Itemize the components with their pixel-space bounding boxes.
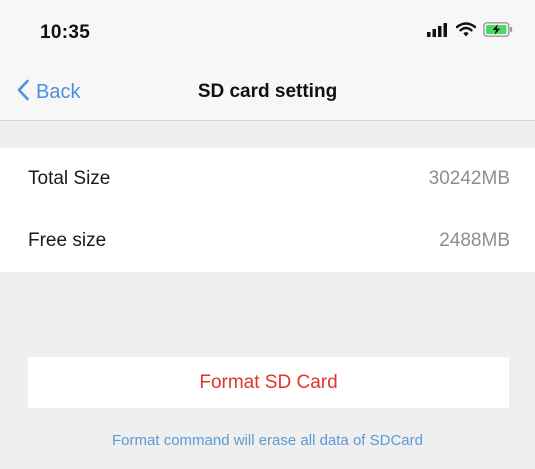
- format-sd-card-button[interactable]: Format SD Card: [28, 357, 509, 408]
- status-bar: 10:35: [0, 0, 535, 64]
- page-title: SD card setting: [197, 81, 338, 102]
- status-icons: [427, 22, 513, 42]
- storage-info-group: Total Size 30242MB Free size 2488MB: [0, 148, 535, 272]
- wifi-icon: [455, 22, 477, 42]
- sd-card-setting-screen: 10:35 Back SD card setting Total Size 30…: [0, 0, 535, 469]
- battery-charging-icon: [483, 22, 513, 42]
- free-size-label: Free size: [28, 230, 107, 251]
- free-size-row: Free size 2488MB: [0, 210, 535, 272]
- free-size-value: 2488MB: [439, 230, 510, 251]
- total-size-value: 30242MB: [428, 168, 510, 189]
- total-size-label: Total Size: [28, 168, 111, 189]
- status-time: 10:35: [40, 22, 91, 43]
- total-size-row: Total Size 30242MB: [0, 148, 535, 210]
- navigation-bar: Back SD card setting: [0, 64, 535, 121]
- signal-icon: [427, 22, 449, 42]
- format-warning-text: Format command will erase all data of SD…: [112, 432, 423, 449]
